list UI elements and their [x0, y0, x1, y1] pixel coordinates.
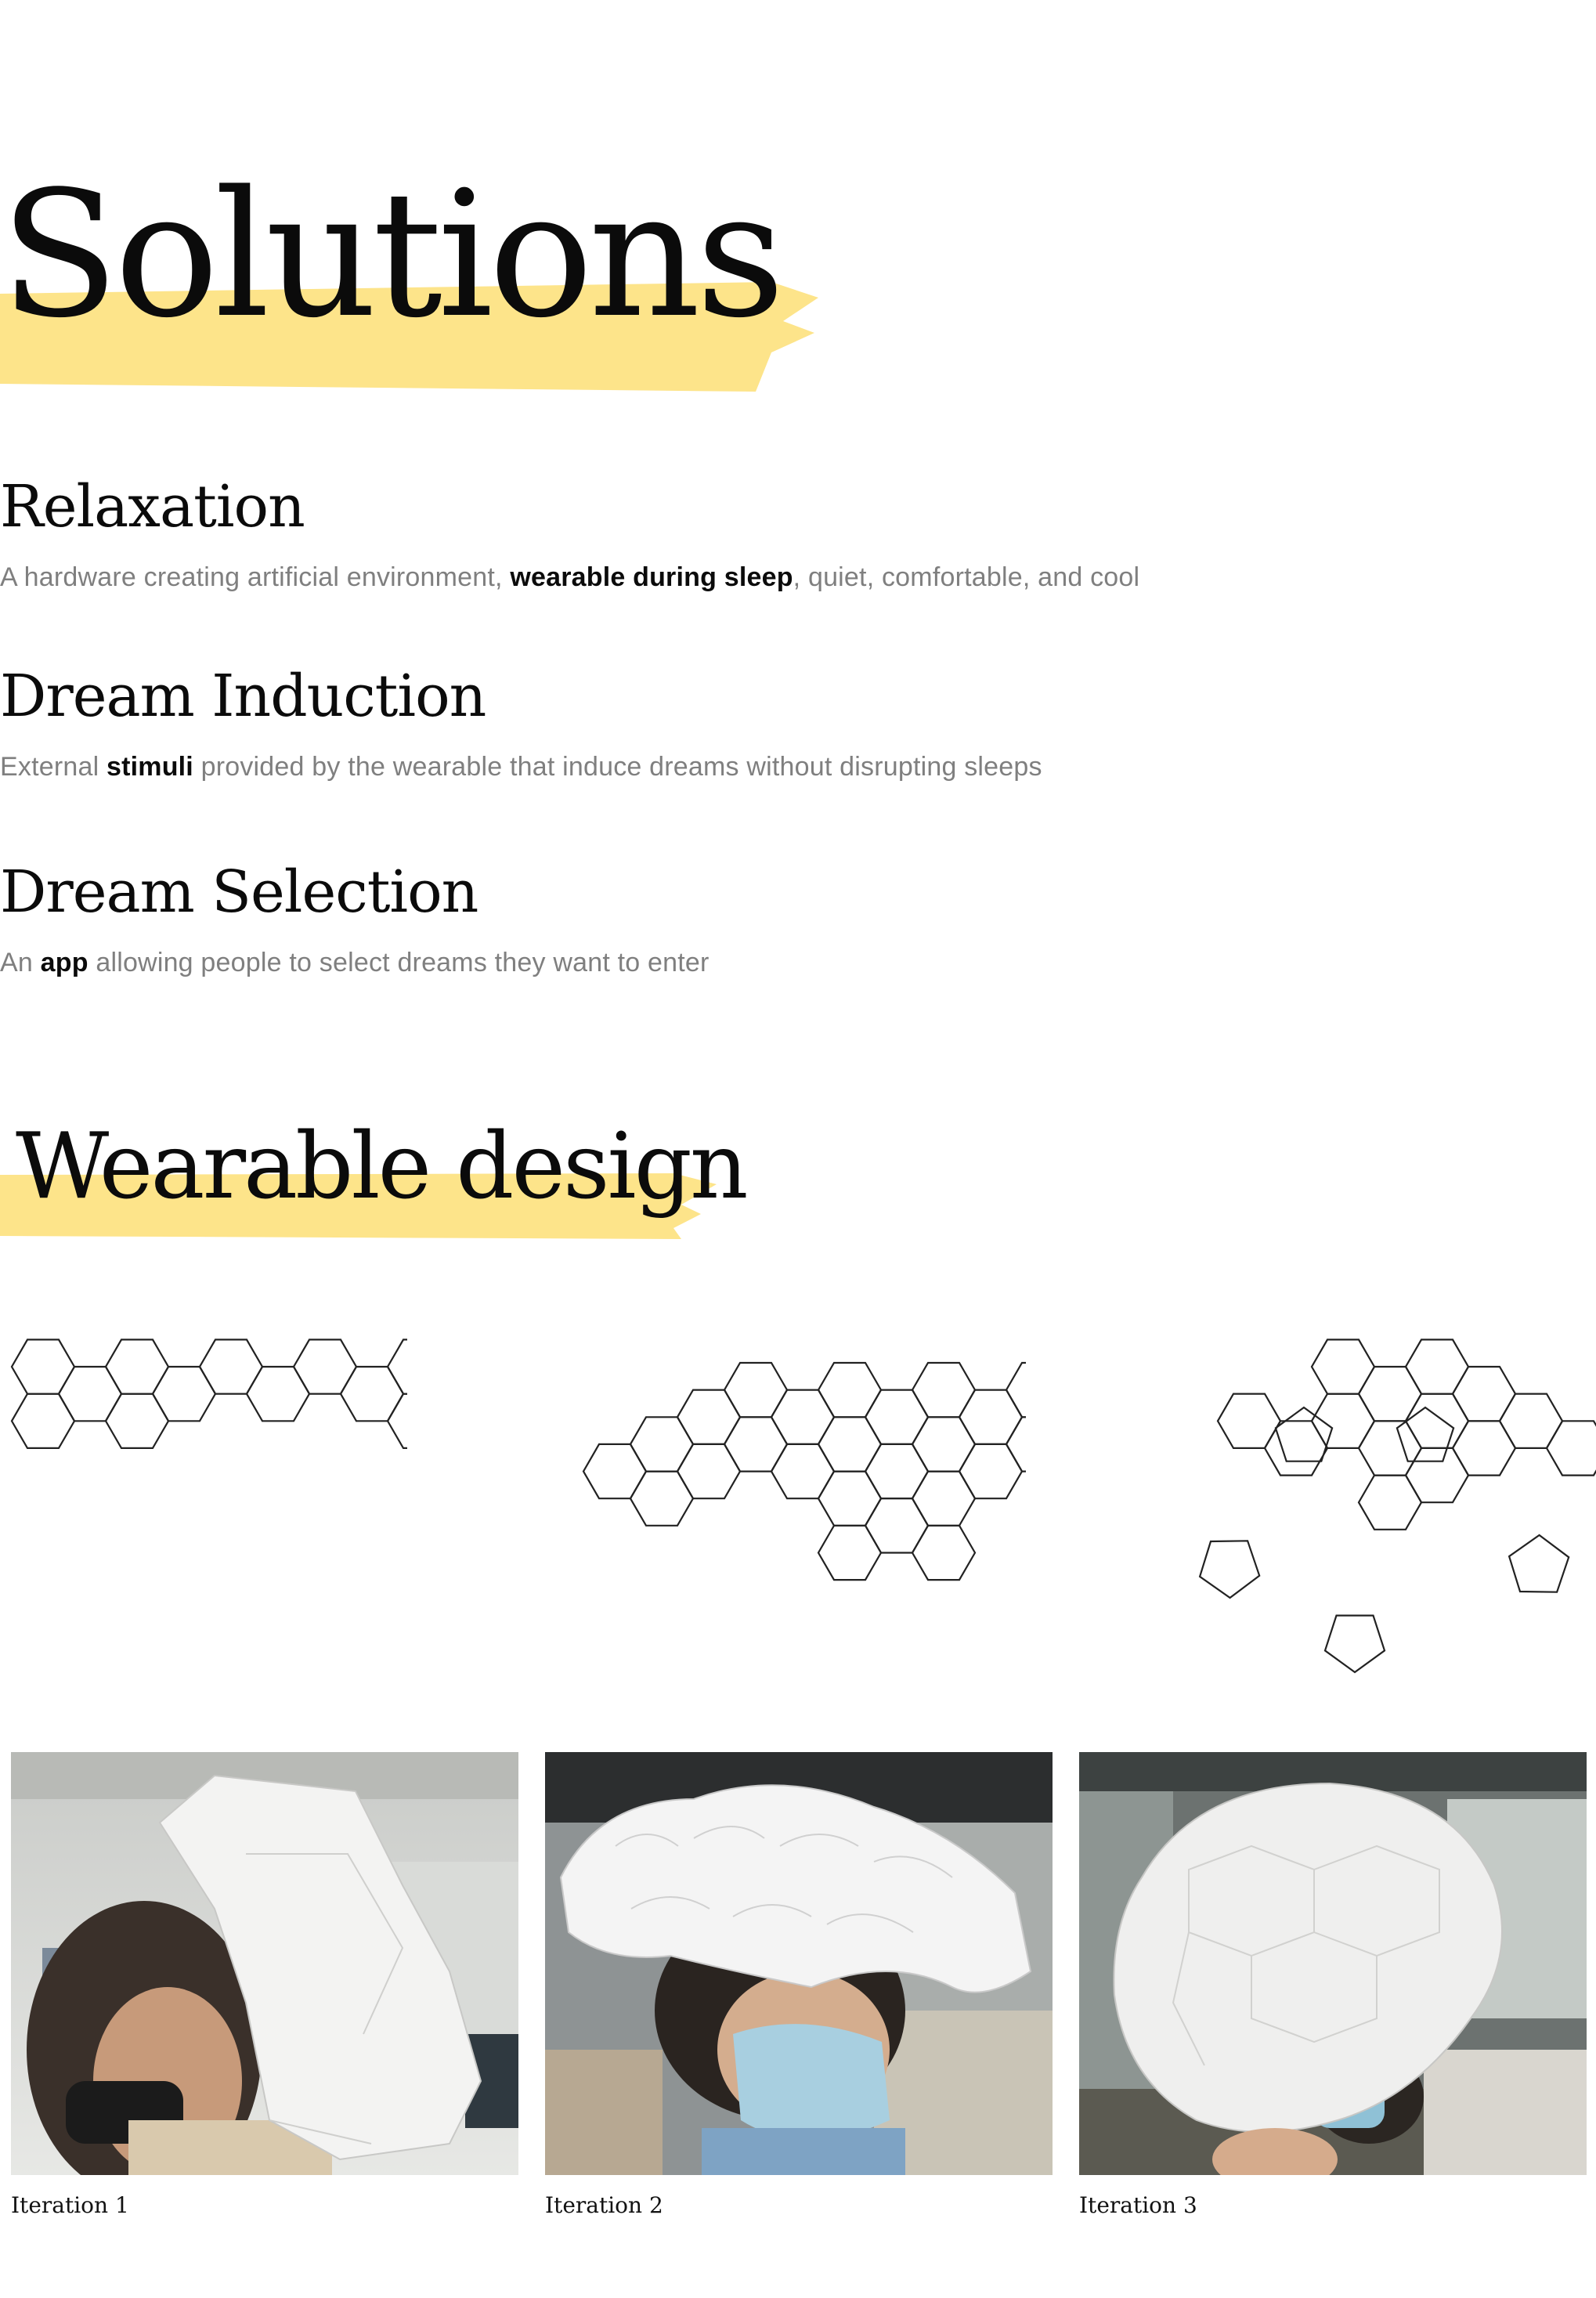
pentagon-shape — [1274, 1406, 1334, 1462]
hexagon-shape — [864, 1389, 930, 1445]
hexagon-shape — [292, 1339, 358, 1395]
hexagon-shape — [1310, 1339, 1376, 1395]
hexagon-shape — [582, 1443, 648, 1500]
hexagon-shape — [339, 1365, 405, 1422]
hexagon-shape — [1005, 1361, 1071, 1418]
pentagon-shape — [1323, 1614, 1386, 1674]
hexagon-shape — [911, 1524, 977, 1581]
hexagon-shape — [10, 1339, 76, 1395]
caption-iteration-2: Iteration 2 — [545, 2192, 663, 2218]
page-title: Solutions — [0, 154, 785, 356]
hexagon-shape — [245, 1365, 311, 1422]
hexagon-shape — [386, 1393, 452, 1449]
pattern-iteration-1 — [0, 1324, 546, 1641]
hexagon-shape — [104, 1393, 170, 1449]
pentagon-shape — [1198, 1540, 1261, 1599]
wearable-title: Wearable design — [16, 1114, 749, 1219]
photo-iteration-2 — [545, 1752, 1053, 2175]
hexagon-shape — [198, 1339, 264, 1395]
hexagon-shape — [386, 1339, 452, 1395]
hexagon-shape — [723, 1416, 789, 1472]
hexagon-shape — [1545, 1420, 1596, 1476]
hexagon-shape — [1404, 1447, 1470, 1504]
hexagon-shape — [958, 1443, 1024, 1500]
photo-iteration-3 — [1079, 1752, 1587, 2175]
section-heading-dream-selection: Dream Selection — [0, 858, 478, 926]
hexagon-shape — [1005, 1416, 1071, 1472]
hexagon-shape — [911, 1416, 977, 1472]
hexagon-shape — [676, 1389, 742, 1445]
hexagon-shape — [817, 1361, 883, 1418]
photo-iteration-1 — [11, 1752, 518, 2175]
hexagon-shape — [911, 1361, 977, 1418]
hexagon-shape — [817, 1524, 883, 1581]
hexagon-shape — [1451, 1420, 1517, 1476]
hexagon-shape — [1216, 1393, 1282, 1449]
hexagon-shape — [770, 1443, 836, 1500]
hexagon-shape — [676, 1443, 742, 1500]
hexagon-shape — [629, 1416, 695, 1472]
section-desc-dream-selection: An app allowing people to select dreams … — [0, 948, 710, 977]
hexagon-shape — [817, 1416, 883, 1472]
hexagon-shape — [1357, 1420, 1423, 1476]
hexagon-shape — [1498, 1393, 1564, 1449]
section-heading-dream-induction: Dream Induction — [0, 663, 486, 730]
hexagon-shape — [958, 1389, 1024, 1445]
hexagon-shape — [1404, 1339, 1470, 1395]
hexagon-shape — [1451, 1365, 1517, 1422]
hexagon-shape — [723, 1361, 789, 1418]
hexagon-shape — [629, 1470, 695, 1527]
hexagon-shape — [151, 1365, 217, 1422]
hexagon-shape — [864, 1443, 930, 1500]
hexagon-shape — [10, 1393, 76, 1449]
hexagon-shape — [770, 1389, 836, 1445]
hexagon-shape — [1357, 1365, 1423, 1422]
caption-iteration-3: Iteration 3 — [1079, 2192, 1197, 2218]
section-heading-relaxation: Relaxation — [0, 473, 305, 540]
hexagon-shape — [817, 1470, 883, 1527]
hexagon-shape — [1263, 1420, 1329, 1476]
hexagon-shape — [104, 1339, 170, 1395]
pattern-iteration-3 — [1190, 1324, 1596, 1711]
section-desc-relaxation: A hardware creating artificial environme… — [0, 562, 1140, 592]
caption-iteration-1: Iteration 1 — [11, 2192, 129, 2218]
hexagon-shape — [1357, 1474, 1423, 1530]
hexagon-shape — [911, 1470, 977, 1527]
hexagon-shape — [57, 1365, 123, 1422]
section-desc-dream-induction: External stimuli provided by the wearabl… — [0, 752, 1042, 782]
pentagon-shape — [1396, 1406, 1455, 1462]
pentagon-shape — [1508, 1534, 1570, 1593]
hexagon-shape — [864, 1498, 930, 1554]
hexagon-shape — [1404, 1393, 1470, 1449]
pattern-iteration-2 — [572, 1324, 1211, 1719]
